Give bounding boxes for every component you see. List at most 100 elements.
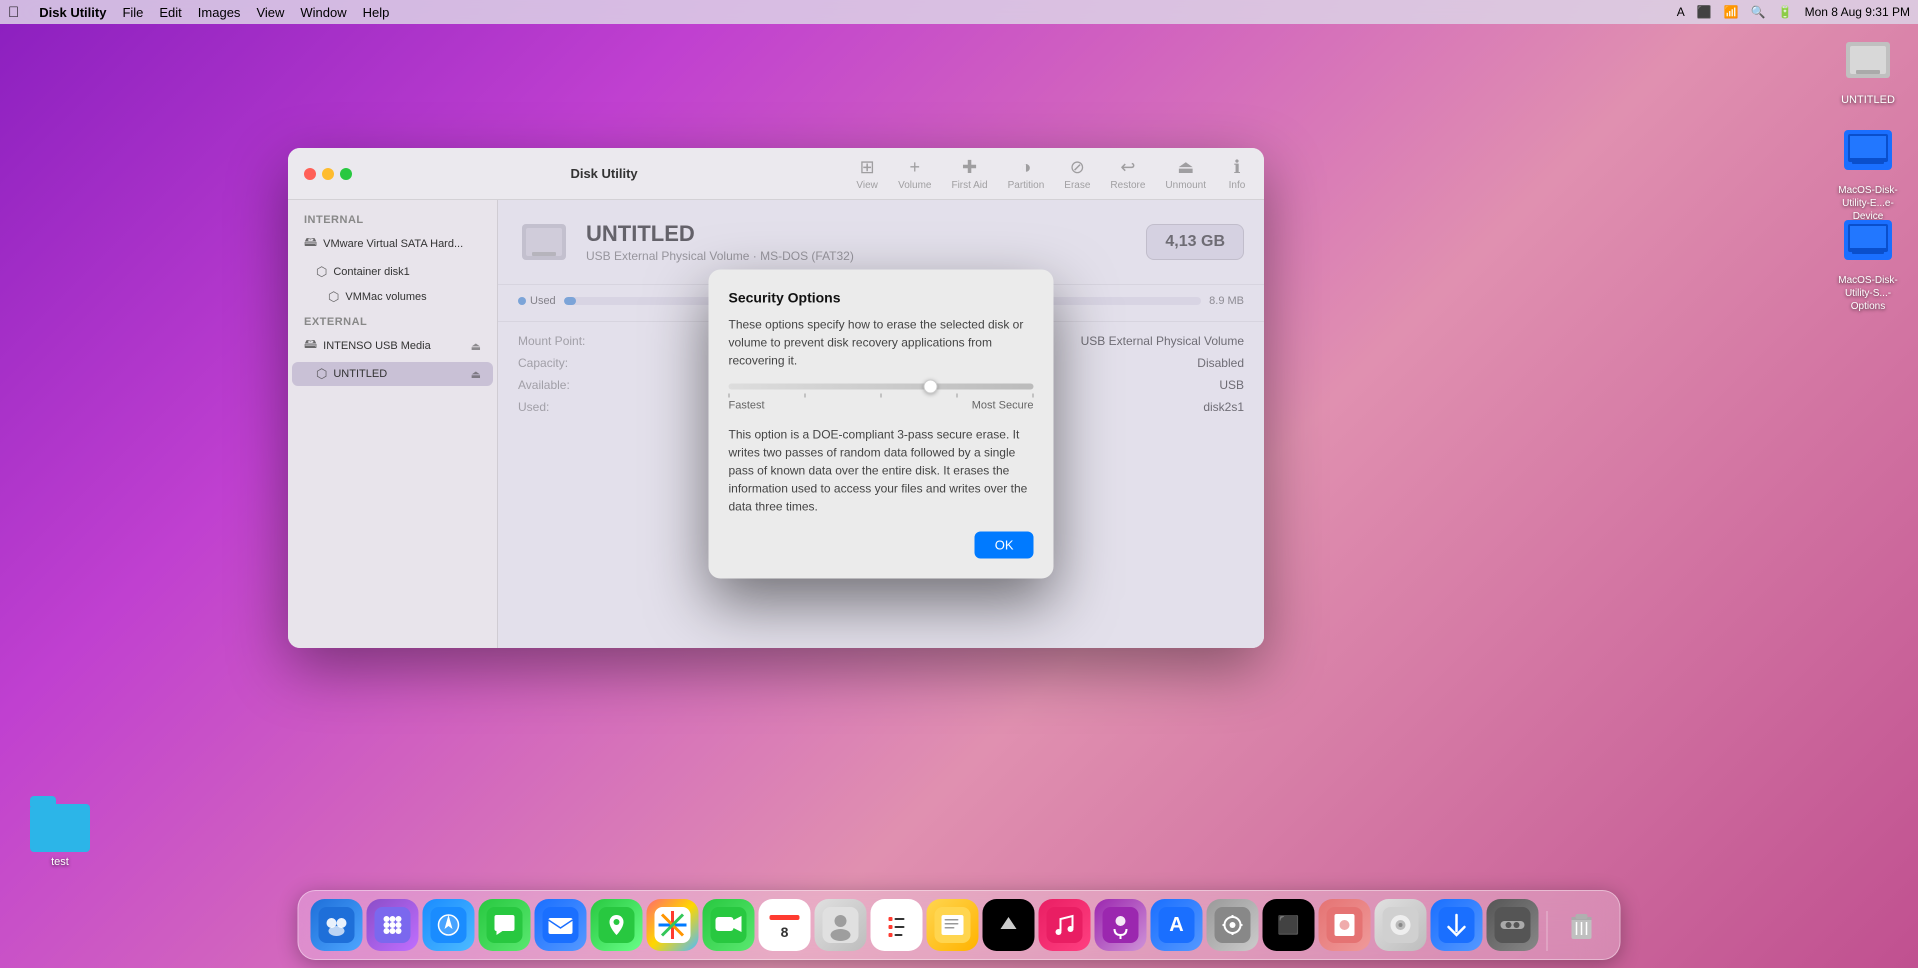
dock-item-music[interactable] [1039, 899, 1091, 951]
dock-item-finder[interactable] [311, 899, 363, 951]
container-label: Container disk1 [333, 266, 409, 278]
menu-view[interactable]: View [256, 5, 284, 20]
macos-disk-e-icon [1838, 120, 1898, 180]
dock-item-messages[interactable] [479, 899, 531, 951]
menu-help[interactable]: Help [363, 5, 390, 20]
hdd-icon: 🖴 [304, 233, 317, 255]
dock-item-notes[interactable] [927, 899, 979, 951]
sidebar: Internal 🖴 VMware Virtual SATA Hard... ⬡… [288, 200, 498, 648]
dock-item-dockutil[interactable] [1487, 899, 1539, 951]
dock-item-topnotch[interactable]: ⬛ [1263, 899, 1315, 951]
slider-min-label: Fastest [729, 400, 765, 412]
datetime: Mon 8 Aug 9:31 PM [1805, 5, 1910, 19]
desktop-icon-macos-s[interactable]: MacOS-Disk-Utility-S...-Options [1828, 210, 1908, 313]
dock: 8 AUG [298, 890, 1621, 960]
dock-item-preview[interactable] [1319, 899, 1371, 951]
desktop-icon-macos-e[interactable]: MacOS-Disk-Utility-E...e-Device [1828, 120, 1908, 223]
info-icon: ℹ [1226, 156, 1248, 178]
dock-item-downloader[interactable] [1431, 899, 1483, 951]
dialog-buttons: OK [729, 532, 1034, 559]
intenso-eject-icon[interactable]: ⏏ [471, 340, 481, 353]
untitled-eject-icon[interactable]: ⏏ [471, 368, 481, 381]
sidebar-item-vmmac[interactable]: ⬡ VMMac volumes [292, 285, 493, 309]
partition-label: Partition [1008, 180, 1045, 191]
window-title: Disk Utility [368, 166, 840, 181]
desktop-icon-untitled[interactable]: UNTITLED [1828, 30, 1908, 106]
sidebar-item-intenso[interactable]: 🖴 INTENSO USB Media ⏏ [292, 331, 493, 361]
toolbar-restore[interactable]: ↩ Restore [1110, 156, 1145, 191]
svg-text:AUG: AUG [777, 920, 793, 927]
dock-item-appletv[interactable] [983, 899, 1035, 951]
svg-text:A: A [1169, 914, 1183, 936]
mount-point-label: Mount Point: [518, 334, 638, 348]
toolbar-info[interactable]: ℹ Info [1226, 156, 1248, 191]
dock-item-appstore[interactable]: A [1151, 899, 1203, 951]
slider-thumb[interactable] [924, 380, 938, 394]
folder-label: test [51, 856, 69, 868]
dialog-body-text: This option is a DOE-compliant 3-pass se… [729, 426, 1034, 516]
menu-images[interactable]: Images [198, 5, 241, 20]
toolbar-unmount[interactable]: ⏏ Unmount [1165, 156, 1206, 191]
app-name[interactable]: Disk Utility [39, 5, 106, 20]
slider-container[interactable]: Fastest Most Secure [729, 384, 1034, 412]
dock-item-safari[interactable] [423, 899, 475, 951]
macos-disk-s-label: MacOS-Disk-Utility-S...-Options [1828, 274, 1908, 313]
toolbar-volume[interactable]: + Volume [898, 156, 931, 191]
desktop-folder-test[interactable]: test [30, 804, 90, 868]
maximize-button[interactable] [340, 168, 352, 180]
intenso-label: INTENSO USB Media [323, 340, 431, 352]
container-icon: ⬡ [316, 264, 327, 280]
volume-icon: + [904, 156, 926, 178]
unmount-label: Unmount [1165, 180, 1206, 191]
input-indicator[interactable]: A [1677, 5, 1685, 19]
dock-item-diskutil[interactable] [1375, 899, 1427, 951]
dock-item-mail[interactable] [535, 899, 587, 951]
dock-item-prefs[interactable] [1207, 899, 1259, 951]
vmmac-label: VMMac volumes [345, 291, 426, 303]
dock-item-facetime[interactable] [703, 899, 755, 951]
untitled-icon: ⬡ [316, 366, 327, 382]
toolbar-partition[interactable]: ◑ Partition [1008, 156, 1045, 191]
tick-2 [805, 394, 806, 398]
topnotch-icon: ⬛ [1277, 915, 1299, 936]
dock-item-launchpad[interactable] [367, 899, 419, 951]
dock-item-calendar[interactable]: 8 AUG [759, 899, 811, 951]
dock-item-maps[interactable] [591, 899, 643, 951]
dock-item-reminders[interactable] [871, 899, 923, 951]
sidebar-item-vmware[interactable]: 🖴 VMware Virtual SATA Hard... [292, 229, 493, 259]
slider-ticks [729, 394, 1034, 398]
volume-name: UNTITLED [586, 221, 1130, 247]
close-button[interactable] [304, 168, 316, 180]
search-icon[interactable]: 🔍 [1751, 5, 1766, 19]
erase-label: Erase [1064, 180, 1090, 191]
toolbar: ⊞ View + Volume ✚ First Aid ◑ Partition … [856, 156, 1248, 191]
used-text: Used [530, 295, 556, 307]
intenso-icon: 🖴 [304, 335, 317, 357]
ok-button[interactable]: OK [975, 532, 1034, 559]
dialog-description: These options specify how to erase the s… [729, 316, 1034, 370]
used-label: Used: [518, 400, 638, 414]
battery-icon[interactable]: 🔋 [1778, 5, 1793, 19]
menu-file[interactable]: File [122, 5, 143, 20]
menu-edit[interactable]: Edit [159, 5, 181, 20]
wifi-icon[interactable]: 📶 [1724, 5, 1739, 19]
toolbar-firstaid[interactable]: ✚ First Aid [951, 156, 987, 191]
window-body: Internal 🖴 VMware Virtual SATA Hard... ⬡… [288, 200, 1264, 648]
traffic-lights [304, 168, 352, 180]
main-content: UNTITLED USB External Physical Volume · … [498, 200, 1264, 648]
apple-menu[interactable]:  [8, 4, 19, 21]
capacity-label: Capacity: [518, 356, 638, 370]
menu-window[interactable]: Window [300, 5, 346, 20]
screen-record-icon[interactable]: ⬛ [1697, 5, 1712, 19]
sidebar-item-untitled[interactable]: ⬡ UNTITLED ⏏ [292, 362, 493, 386]
dock-item-photos[interactable] [647, 899, 699, 951]
sidebar-item-container[interactable]: ⬡ Container disk1 [292, 260, 493, 284]
toolbar-erase[interactable]: ⊘ Erase [1064, 156, 1090, 191]
slider-track[interactable] [729, 384, 1034, 390]
dock-item-contacts[interactable] [815, 899, 867, 951]
dock-item-podcasts[interactable] [1095, 899, 1147, 951]
restore-icon: ↩ [1117, 156, 1139, 178]
minimize-button[interactable] [322, 168, 334, 180]
dock-item-trash[interactable] [1556, 899, 1608, 951]
toolbar-view[interactable]: ⊞ View [856, 156, 878, 191]
